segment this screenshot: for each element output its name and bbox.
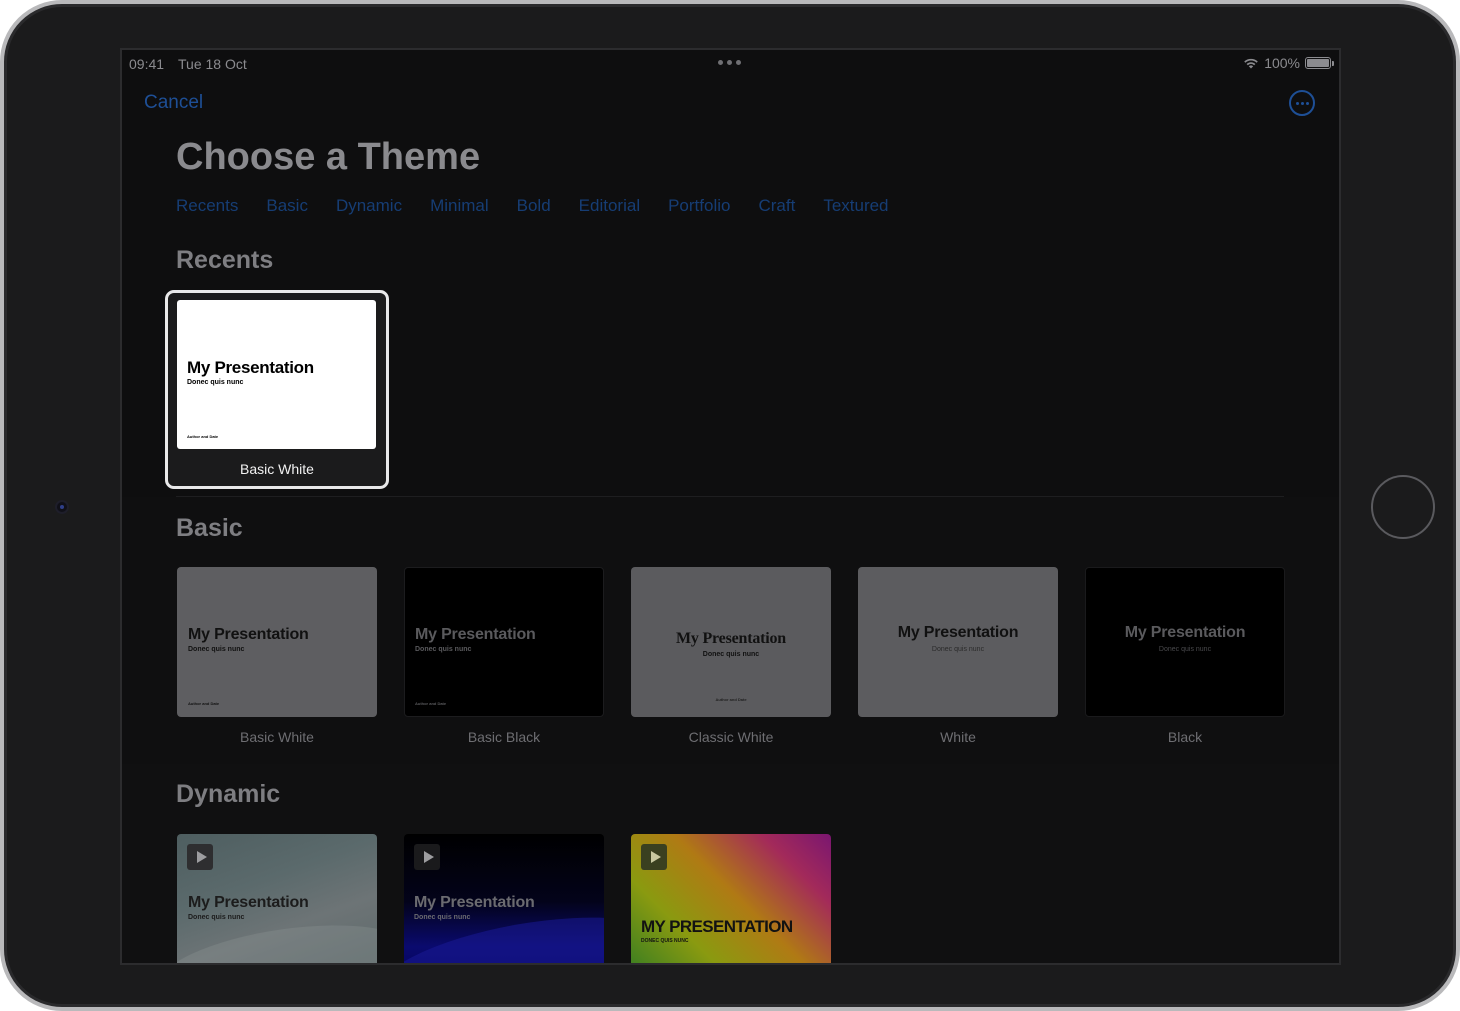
slide-subtitle: Donec quis nunc bbox=[702, 651, 760, 658]
slide-subtitle: Donec quis nunc bbox=[414, 914, 471, 921]
theme-label: Basic Black bbox=[467, 729, 541, 745]
slide-author: Author and Date bbox=[188, 701, 220, 706]
battery-icon bbox=[1305, 57, 1334, 69]
tab-editorial[interactable]: Editorial bbox=[579, 196, 640, 216]
recents-section-title: Recents bbox=[176, 246, 274, 274]
slide-author: Author and Date bbox=[415, 701, 447, 706]
slide-subtitle: Donec quis nunc bbox=[931, 646, 985, 653]
status-time: 09:41 bbox=[129, 56, 165, 72]
battery-percentage: 100% bbox=[1264, 55, 1300, 71]
slide-title: My Presentation bbox=[187, 358, 314, 377]
slide-subtitle: Donec quis nunc bbox=[187, 379, 244, 386]
slide-title: My Presentation bbox=[188, 894, 309, 911]
cancel-button[interactable]: Cancel bbox=[144, 92, 203, 114]
tab-craft[interactable]: Craft bbox=[758, 196, 795, 216]
tab-minimal[interactable]: Minimal bbox=[430, 196, 489, 216]
wifi-icon bbox=[1244, 58, 1258, 69]
tab-basic[interactable]: Basic bbox=[266, 196, 308, 216]
play-icon bbox=[187, 844, 213, 870]
tab-recents[interactable]: Recents bbox=[176, 196, 238, 216]
theme-label: White bbox=[940, 729, 976, 745]
theme-label: Black bbox=[1167, 729, 1203, 745]
theme-classic-white[interactable]: My Presentation Donec quis nunc Author a… bbox=[631, 567, 831, 717]
slide-subtitle: Donec quis nunc bbox=[1158, 646, 1212, 653]
multitasking-dots-icon[interactable] bbox=[718, 60, 741, 65]
status-indicators: 100% bbox=[1243, 55, 1334, 71]
theme-black[interactable]: My Presentation Donec quis nunc bbox=[1085, 567, 1285, 717]
recent-theme-basic-white[interactable]: My Presentation Donec quis nunc Author a… bbox=[165, 290, 389, 489]
theme-label: Basic White bbox=[240, 461, 314, 477]
theme-thumbnail: My Presentation Donec quis nunc Author a… bbox=[177, 300, 376, 449]
slide-subtitle: Donec quis nunc bbox=[188, 914, 245, 921]
slide-title: My Presentation bbox=[414, 894, 535, 911]
theme-dynamic-3[interactable]: MY PRESENTATION DONEC QUIS NUNC bbox=[631, 834, 831, 963]
screen: 09:41 Tue 18 Oct 100% Cancel Choose a Th… bbox=[120, 48, 1341, 965]
slide-subtitle: Donec quis nunc bbox=[188, 646, 245, 653]
tab-dynamic[interactable]: Dynamic bbox=[336, 196, 402, 216]
play-icon bbox=[641, 844, 667, 870]
tab-portfolio[interactable]: Portfolio bbox=[668, 196, 730, 216]
slide-title: My Presentation bbox=[1124, 624, 1246, 641]
theme-basic-white[interactable]: My Presentation Donec quis nunc Author a… bbox=[177, 567, 377, 717]
slide-title: My Presentation bbox=[675, 630, 787, 647]
page-title: Choose a Theme bbox=[176, 136, 481, 178]
basic-section-title: Basic bbox=[176, 514, 243, 542]
slide-subtitle: DONEC QUIS NUNC bbox=[641, 938, 689, 944]
theme-white[interactable]: My Presentation Donec quis nunc bbox=[858, 567, 1058, 717]
slide-author: Author and Date bbox=[187, 434, 219, 439]
slide-title: My Presentation bbox=[415, 626, 536, 643]
theme-basic-black[interactable]: My Presentation Donec quis nunc Author a… bbox=[404, 567, 604, 717]
category-tabs: Recents Basic Dynamic Minimal Bold Edito… bbox=[176, 196, 889, 216]
slide-title: MY PRESENTATION bbox=[641, 917, 793, 936]
more-options-icon[interactable] bbox=[1289, 90, 1315, 116]
slide-title: My Presentation bbox=[188, 626, 309, 643]
home-button[interactable] bbox=[1371, 475, 1435, 539]
status-bar: 09:41 Tue 18 Oct 100% bbox=[122, 50, 1339, 78]
slide-subtitle: Donec quis nunc bbox=[415, 646, 472, 653]
theme-label: Basic White bbox=[240, 729, 314, 745]
dynamic-section-title: Dynamic bbox=[176, 780, 281, 808]
theme-dynamic-2[interactable]: My Presentation Donec quis nunc bbox=[404, 834, 604, 963]
tab-bold[interactable]: Bold bbox=[517, 196, 551, 216]
front-camera bbox=[55, 500, 69, 514]
theme-dynamic-1[interactable]: My Presentation Donec quis nunc bbox=[177, 834, 377, 963]
play-icon bbox=[414, 844, 440, 870]
status-date: Tue 18 Oct bbox=[178, 56, 247, 72]
tab-textured[interactable]: Textured bbox=[823, 196, 888, 216]
slide-author: Author and Date bbox=[715, 697, 747, 702]
theme-label: Classic White bbox=[688, 729, 774, 745]
slide-title: My Presentation bbox=[897, 624, 1019, 641]
